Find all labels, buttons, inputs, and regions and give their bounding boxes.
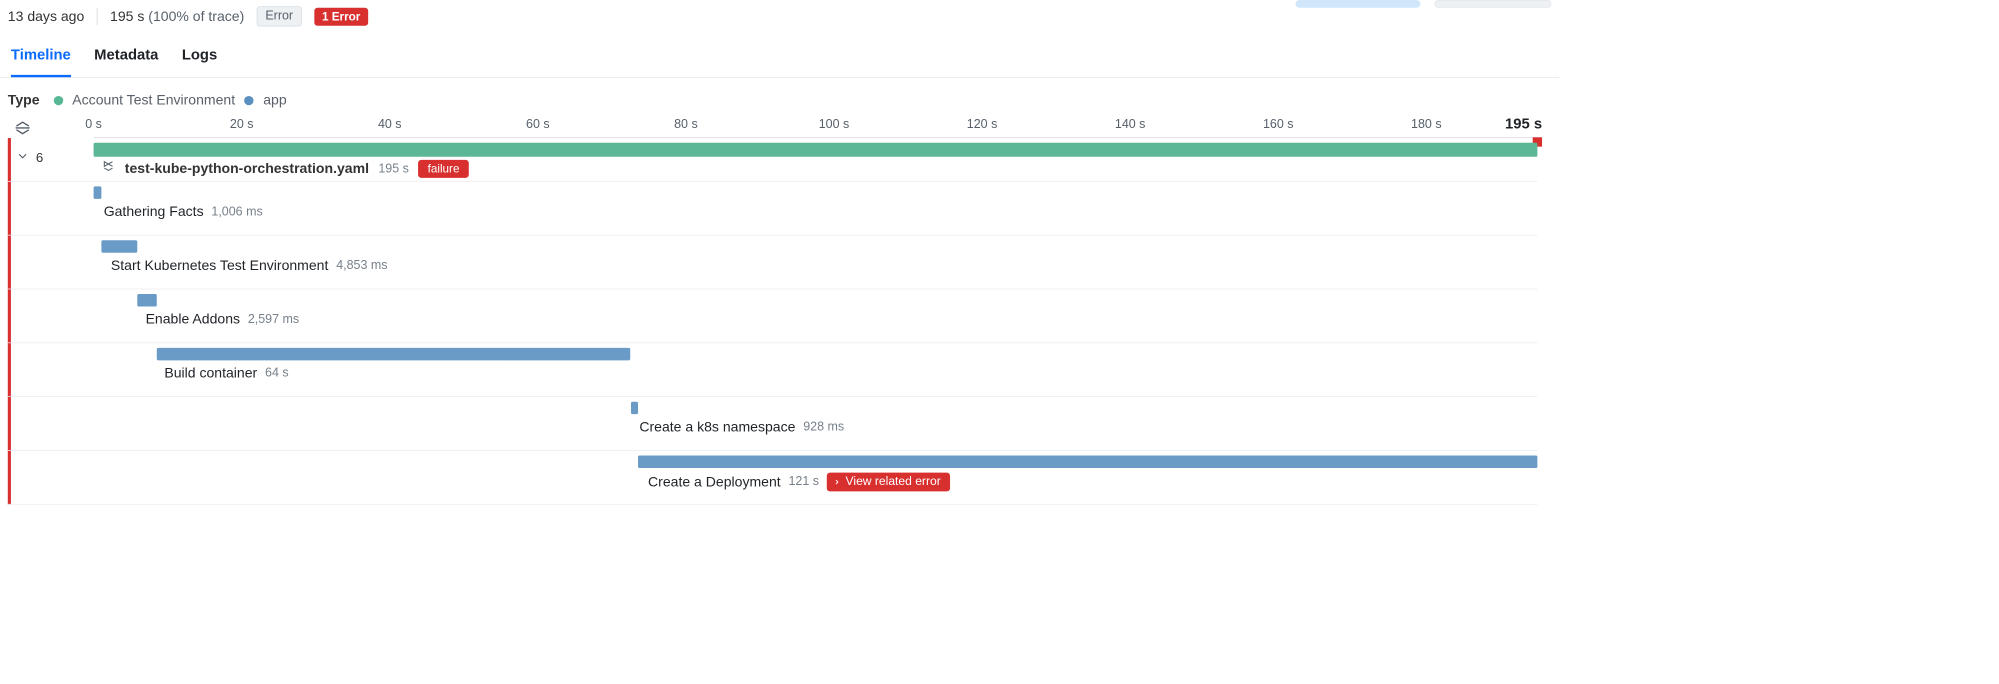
collapse-all-icon[interactable] [14,119,31,139]
time-ruler[interactable]: 195 s 0 s20 s40 s60 s80 s100 s120 s140 s… [94,116,1538,138]
ruler-tick: 100 s [819,118,850,132]
ruler-tick: 60 s [526,118,550,132]
span-name: Enable Addons [146,311,240,327]
root-span-duration: 195 s [378,162,409,176]
span-caption[interactable]: Enable Addons 2,597 ms [146,311,300,327]
ruler-tick: 160 s [1263,118,1294,132]
span-duration: 928 ms [803,420,844,434]
span-name: Build container [164,365,257,381]
tab-timeline[interactable]: Timeline [11,47,71,77]
tab-metadata[interactable]: Metadata [94,47,158,77]
span-row[interactable]: Start Kubernetes Test Environment 4,853 m… [8,236,1538,290]
span-bar[interactable] [638,456,1537,468]
span-duration: 1,006 ms [211,205,262,219]
timeline-area: 195 s 0 s 20 s 40 s 60 s 80 s 100 s 120 s 140 s… [0,116,1559,504]
status-pill-failure[interactable]: failure [418,160,469,178]
span-caption[interactable]: Gathering Facts 1,006 ms [104,204,263,220]
legend-row: Type Account Test Environment app [0,78,1559,115]
span-duration: 2,597 ms [248,312,299,326]
span-bar[interactable] [157,348,631,360]
legend-label: Type [8,92,40,108]
action-chip[interactable] [1434,0,1551,8]
tab-bar: Timeline Metadata Logs [0,31,1559,78]
span-bar[interactable] [94,186,102,198]
error-count-badge[interactable]: 1 Error [314,7,368,25]
root-span-label[interactable]: test-kube-python-orchestration.yaml 195 … [101,160,468,178]
ruler-tick: 40 s [378,118,402,132]
ruler-tick: 120 s [967,118,998,132]
chevron-down-icon [16,149,30,167]
span-name: Start Kubernetes Test Environment [111,257,328,273]
ruler-tick: 180 s [1411,118,1442,132]
span-duration: 4,853 ms [336,259,387,273]
ruler-tick: 80 s [674,118,698,132]
duration-pct: (100% of trace) [148,8,244,24]
ruler-tick: 140 s [1115,118,1146,132]
span-bar[interactable] [631,402,638,414]
child-count: 6 [36,150,43,166]
header-action-chips [1296,0,1552,8]
ruler-end-label: 195 s [1505,116,1542,133]
tracks-container: 6 test-kube-python-orchestration.yaml 19… [8,138,1538,505]
tab-logs[interactable]: Logs [182,47,217,77]
span-row[interactable]: Create a Deployment 121 s View related err… [8,451,1538,505]
status-badge[interactable]: Error [257,6,302,26]
span-bar[interactable] [101,240,137,252]
root-span-name: test-kube-python-orchestration.yaml [125,161,369,177]
span-caption[interactable]: Start Kubernetes Test Environment 4,853 m… [111,257,388,273]
trace-root-row[interactable]: 6 test-kube-python-orchestration.yaml 19… [8,138,1538,182]
span-caption[interactable]: Create a Deployment 121 s View related err… [648,473,950,492]
span-row[interactable]: Gathering Facts 1,006 ms [8,182,1538,236]
span-duration: 64 s [265,366,289,380]
legend-name[interactable]: app [263,92,286,108]
span-duration: 121 s [788,475,819,489]
legend-name[interactable]: Account Test Environment [72,92,235,108]
span-row[interactable]: Create a k8s namespace 928 ms [8,397,1538,451]
duration-value: 195 s [110,8,144,24]
view-related-error-button[interactable]: View related error [827,473,950,492]
span-name: Create a k8s namespace [639,419,795,435]
span-caption[interactable]: Build container 64 s [164,365,288,381]
ruler-tick: 20 s [230,118,254,132]
legend-dot-green [54,96,63,105]
span-caption[interactable]: Create a k8s namespace 928 ms [639,419,844,435]
span-name: Gathering Facts [104,204,204,220]
legend-dot-blue [245,96,254,105]
ruler-tick: 0 s [85,118,102,132]
separator [97,8,98,25]
span-name: Create a Deployment [648,474,781,490]
time-ago: 13 days ago [8,8,85,24]
span-row[interactable]: Build container 64 s [8,343,1538,397]
action-chip[interactable] [1296,0,1421,8]
playbook-icon [101,160,115,178]
trace-duration: 195 s (100% of trace) [110,8,244,24]
span-bar[interactable] [137,294,156,306]
row-toggle[interactable]: 6 [16,149,44,167]
span-row[interactable]: Enable Addons 2,597 ms [8,289,1538,343]
span-bar-root[interactable] [94,143,1538,157]
